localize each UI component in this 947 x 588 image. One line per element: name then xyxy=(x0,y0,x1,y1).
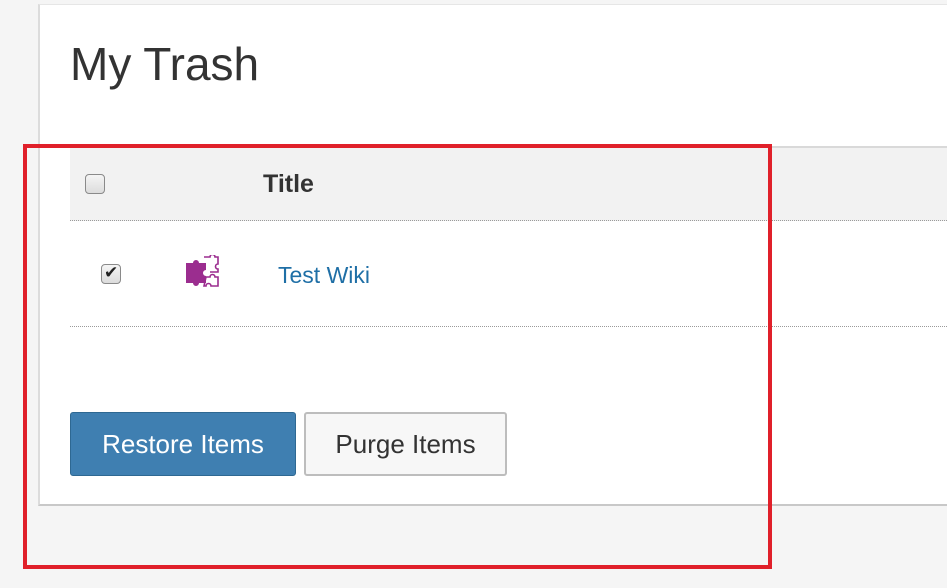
row-checkbox[interactable]: ✔ xyxy=(101,263,121,284)
table-header xyxy=(70,146,947,221)
page-title: My Trash xyxy=(70,38,260,90)
purge-items-button[interactable]: Purge Items xyxy=(304,412,507,476)
checkmark-icon: ✔ xyxy=(104,263,119,282)
puzzle-piece-icon xyxy=(184,253,220,291)
item-title-link[interactable]: Test Wiki xyxy=(278,261,370,289)
restore-items-button[interactable]: Restore Items xyxy=(70,412,296,476)
select-all-checkbox[interactable] xyxy=(85,174,105,194)
column-header-title[interactable]: Title xyxy=(263,169,314,199)
